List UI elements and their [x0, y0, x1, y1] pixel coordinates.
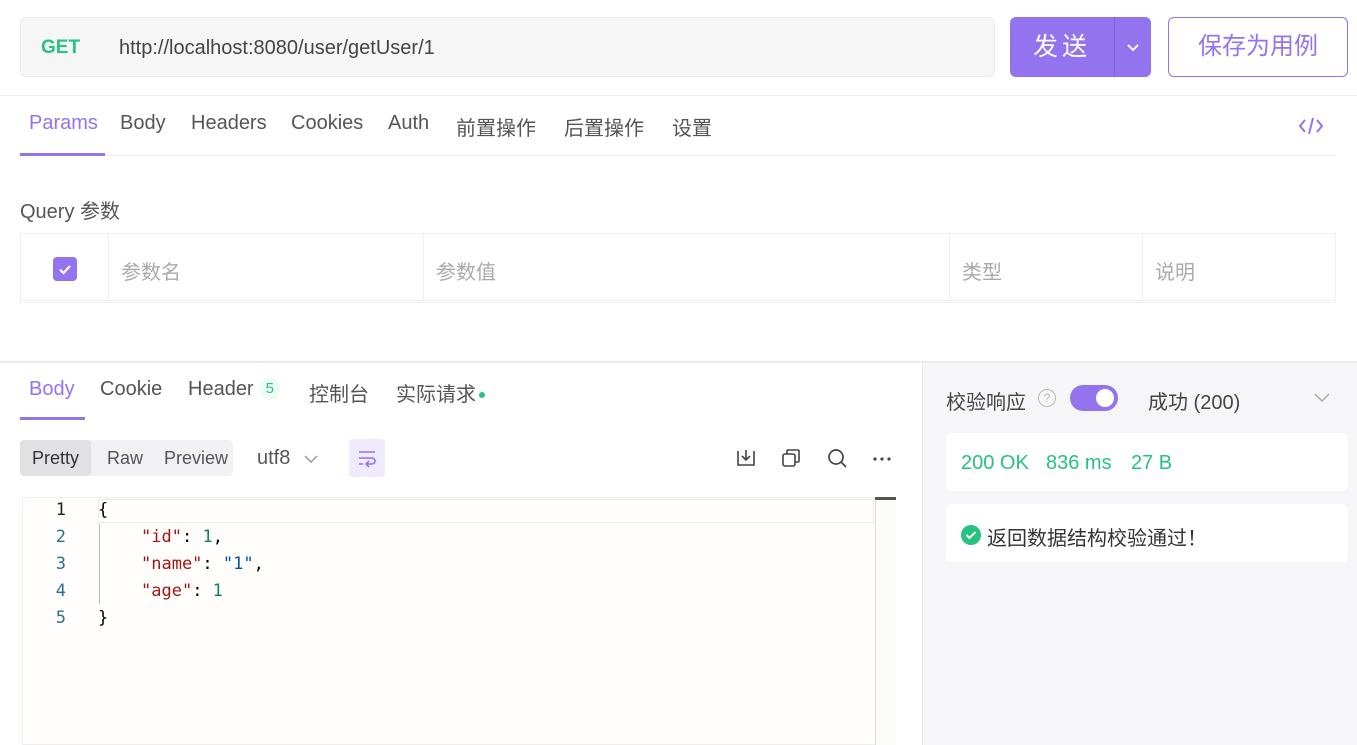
validate-response-label: 校验响应: [946, 392, 1026, 414]
tab-response-header-label: Header: [188, 378, 254, 400]
send-options-chevron-icon[interactable]: [1114, 17, 1151, 77]
param-name-placeholder: 参数名: [121, 262, 181, 284]
table-cell[interactable]: 参数名: [109, 234, 424, 300]
chevron-down-icon[interactable]: [304, 451, 318, 469]
select-all-checkbox[interactable]: [53, 257, 77, 281]
json-comma: ,: [212, 527, 223, 547]
tab-params[interactable]: Params: [29, 112, 98, 135]
response-size: 27 B: [1131, 452, 1173, 474]
editor-scrollbar[interactable]: [875, 497, 896, 745]
indent-guide: [99, 524, 100, 604]
copy-icon[interactable]: [780, 447, 802, 469]
active-tab-indicator: [20, 153, 105, 156]
line-number: 3: [55, 554, 66, 574]
tab-headers[interactable]: Headers: [191, 112, 267, 135]
code-line: "name": "1",: [141, 554, 264, 574]
json-value: "1": [222, 554, 254, 574]
json-value: 1: [202, 527, 213, 547]
tab-body[interactable]: Body: [120, 112, 166, 135]
query-params-title: Query 参数: [20, 201, 121, 223]
encoding-select[interactable]: utf8: [257, 447, 290, 470]
view-pretty[interactable]: Pretty: [20, 440, 91, 476]
scrollbar-thumb[interactable]: [875, 497, 896, 500]
chevron-down-icon[interactable]: [1313, 391, 1331, 409]
check-circle-icon: [961, 525, 981, 545]
code-line: "age": 1: [141, 581, 223, 601]
json-key: "id": [141, 527, 182, 547]
divider: [0, 95, 1357, 96]
param-value-placeholder: 参数值: [436, 262, 496, 284]
search-icon[interactable]: [826, 447, 848, 469]
tab-pre-actions[interactable]: 前置操作: [456, 112, 536, 141]
param-desc-placeholder: 说明: [1155, 262, 1195, 284]
current-line-highlight: [98, 499, 874, 523]
param-type-placeholder: 类型: [962, 262, 1002, 284]
code-close-brace: }: [98, 608, 109, 628]
active-tab-indicator: [20, 417, 85, 420]
code-open-brace: {: [98, 500, 109, 520]
help-icon[interactable]: ?: [1038, 389, 1056, 407]
validation-result-text: 返回数据结构校验通过！: [987, 528, 1207, 550]
line-number: 1: [55, 500, 66, 520]
status-code: 200 OK: [961, 452, 1029, 474]
json-comma: ,: [253, 554, 264, 574]
download-icon[interactable]: [735, 447, 757, 469]
url-input[interactable]: http://localhost:8080/user/getUser/1: [119, 37, 435, 60]
save-as-case-button[interactable]: 保存为用例: [1168, 17, 1348, 77]
divider: [21, 300, 1335, 301]
header-count-badge: 5: [259, 378, 280, 400]
tab-response-header[interactable]: Header 5: [188, 378, 280, 401]
tab-response-cookie[interactable]: Cookie: [100, 378, 162, 401]
status-dot: [479, 392, 485, 398]
json-value: 1: [212, 581, 223, 601]
view-preview[interactable]: Preview: [159, 440, 233, 476]
tab-response-body[interactable]: Body: [29, 378, 75, 401]
response-time: 836 ms: [1046, 452, 1112, 474]
word-wrap-button[interactable]: [349, 439, 385, 477]
url-bar[interactable]: GET http://localhost:8080/user/getUser/1: [20, 17, 995, 77]
table-cell: [21, 234, 109, 300]
tab-actual-request-label: 实际请求: [396, 384, 476, 406]
send-button-label: 发送: [1032, 33, 1091, 61]
tab-actual-request[interactable]: 实际请求: [396, 378, 485, 407]
toggle-knob: [1096, 389, 1114, 407]
line-number: 2: [55, 527, 66, 547]
validation-status-select[interactable]: 成功 (200): [1148, 386, 1240, 415]
send-button[interactable]: 发送: [1010, 17, 1151, 77]
more-icon[interactable]: [871, 447, 893, 469]
table-cell[interactable]: 说明: [1143, 234, 1335, 300]
json-key: "name": [141, 554, 203, 574]
tab-auth[interactable]: Auth: [388, 112, 429, 135]
view-mode-segmented: Pretty Raw Preview: [20, 440, 233, 476]
json-key: "age": [141, 581, 193, 601]
request-tabs: Params Body Headers Cookies Auth 前置操作 后置…: [20, 112, 1336, 156]
view-raw[interactable]: Raw: [91, 440, 159, 476]
line-number: 4: [55, 581, 66, 601]
tab-console[interactable]: 控制台: [309, 378, 369, 407]
tab-settings[interactable]: 设置: [672, 112, 712, 141]
tab-cookies[interactable]: Cookies: [291, 112, 363, 135]
code-snippet-icon[interactable]: [1298, 114, 1324, 143]
wrap-icon: [359, 451, 376, 468]
tab-post-actions[interactable]: 后置操作: [564, 112, 644, 141]
code-line: "id": 1,: [141, 527, 223, 547]
http-method-select[interactable]: GET: [41, 37, 80, 59]
query-params-table: 参数名 参数值 类型 说明: [20, 233, 1336, 303]
line-number: 5: [55, 608, 66, 628]
table-cell[interactable]: 参数值: [424, 234, 950, 300]
table-cell[interactable]: 类型: [950, 234, 1143, 300]
